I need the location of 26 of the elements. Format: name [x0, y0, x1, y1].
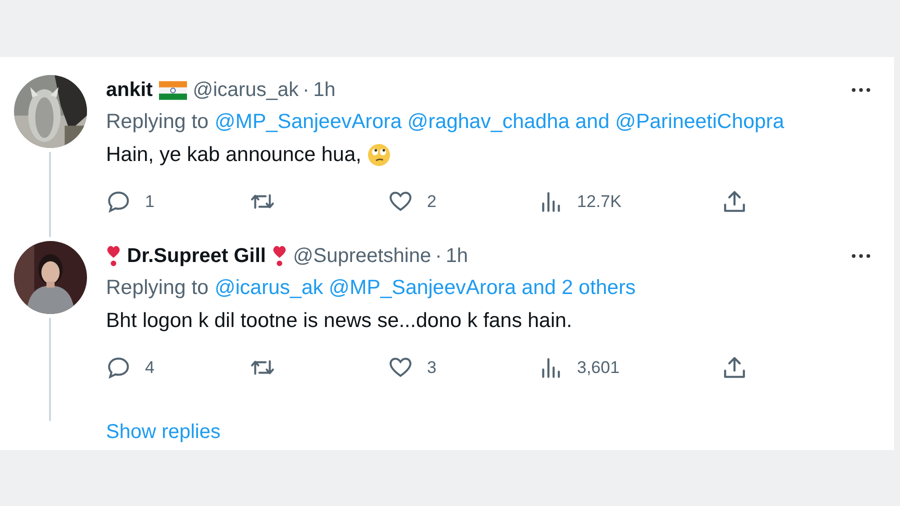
timestamp: 1h: [446, 244, 468, 268]
action-count: 1: [145, 192, 154, 212]
user-name[interactable]: Dr.Supreet Gill: [127, 244, 266, 268]
share-icon[interactable]: [722, 189, 747, 214]
user-name[interactable]: ankit: [106, 78, 153, 102]
tweet-text: Bht logon k dil tootne is news se...dono k fans hain.: [106, 309, 572, 333]
separator-dot: ·: [435, 244, 442, 268]
replying-label: Replying to: [106, 110, 209, 134]
reply-icon[interactable]: [106, 355, 131, 380]
user-handle[interactable]: @icarus_ak: [192, 78, 299, 102]
tweet-text: Hain, ye kab announce hua,: [106, 143, 362, 167]
action-count: 12.7K: [577, 192, 622, 212]
share-icon[interactable]: [722, 355, 747, 380]
action-count: 3,601: [577, 358, 620, 378]
action-count: 4: [145, 358, 154, 378]
replying-label: Replying to: [106, 276, 209, 300]
more-options-icon[interactable]: [850, 253, 872, 259]
heart-icon[interactable]: [388, 189, 413, 214]
action-count: 2: [427, 192, 436, 212]
timestamp: 1h: [313, 78, 336, 102]
separator-dot: ·: [302, 78, 310, 102]
reply-icon[interactable]: [106, 189, 131, 214]
more-options-icon[interactable]: [850, 87, 872, 93]
heart-icon[interactable]: [388, 355, 413, 380]
action-count: 3: [427, 358, 436, 378]
user-handle[interactable]: @Supreetshine: [292, 244, 432, 268]
